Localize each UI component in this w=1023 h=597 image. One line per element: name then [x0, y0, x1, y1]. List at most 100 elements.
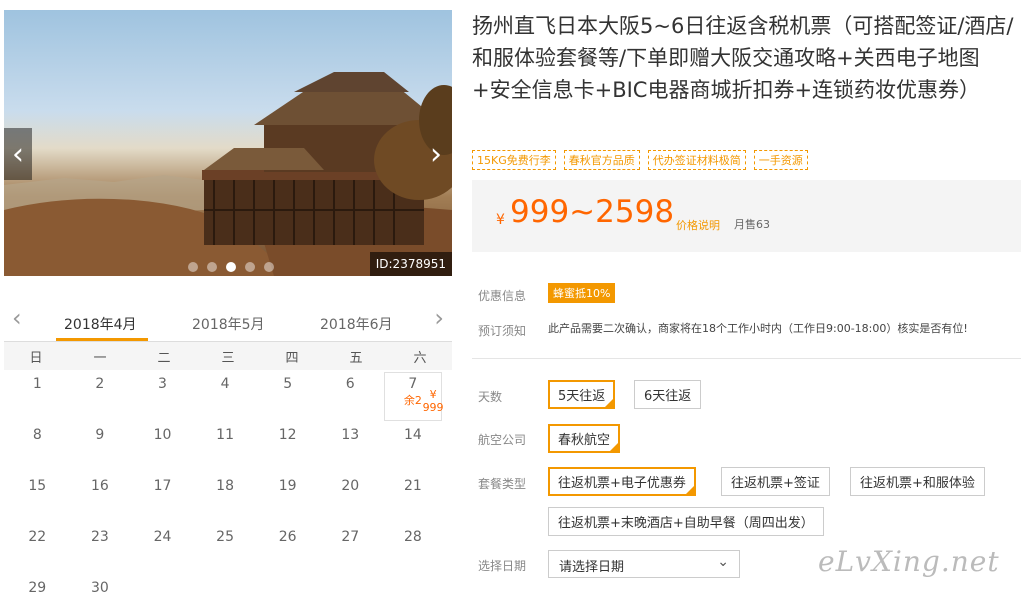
calendar-day-number: 20: [341, 478, 360, 494]
gallery-dot[interactable]: [207, 262, 217, 272]
gallery-dot[interactable]: [245, 262, 255, 272]
calendar-day: 26: [256, 523, 319, 574]
calendar-prev-month-button[interactable]: ‹: [12, 304, 22, 332]
gallery-dot-active[interactable]: [226, 262, 236, 272]
date-select[interactable]: 请选择日期 ⌄: [548, 550, 740, 578]
monthly-sales: 月售63: [734, 218, 770, 231]
calendar-day: 2: [69, 370, 132, 421]
calendar-day: 21: [382, 472, 445, 523]
calendar-day-number: 3: [158, 376, 167, 392]
date-select-value: 请选择日期: [559, 560, 625, 575]
calendar-day-grid: 1 2 3 4 5 6 7 ¥ 999 余2 8 9 10 11 12 13 14 15 16 17 18 19 20 21…: [4, 370, 452, 597]
active-month-indicator: [56, 338, 148, 341]
gallery-next-button[interactable]: ›: [422, 128, 450, 180]
calendar-day-number: 13: [341, 427, 360, 443]
gallery-prev-button[interactable]: ‹: [4, 128, 32, 180]
calendar-day: 30: [69, 574, 132, 597]
calendar-day: 22: [6, 523, 69, 574]
gallery-dot[interactable]: [188, 262, 198, 272]
promo-label: 优惠信息: [478, 289, 527, 303]
calendar-weekday-header: 日 一 二 三 四 五 六: [4, 342, 452, 370]
calendar-day-number: 1: [32, 376, 42, 392]
calendar-day: 18: [194, 472, 257, 523]
calendar-day: 19: [256, 472, 319, 523]
calendar-day-number: 24: [153, 529, 172, 545]
calendar-day-number: 10: [153, 427, 172, 443]
option-package-hotel[interactable]: 往返机票+末晚酒店+自助早餐（周四出发）: [548, 507, 824, 536]
option-package-kimono[interactable]: 往返机票+和服体验: [850, 467, 985, 496]
weekday-label: 二: [157, 350, 171, 366]
calendar-day: 9: [69, 421, 132, 472]
calendar-day: 14: [382, 421, 445, 472]
calendar-day-number: 2: [95, 376, 105, 392]
calendar-day-number: 11: [216, 427, 234, 443]
calendar-day-number: 6: [345, 376, 355, 392]
calendar-day: 29: [6, 574, 69, 597]
weekday-label: 三: [221, 350, 235, 366]
package-label: 套餐类型: [478, 477, 527, 491]
weekday-label: 一: [93, 350, 107, 366]
calendar-day-number: 22: [28, 529, 47, 545]
calendar-day: 27: [319, 523, 382, 574]
calendar-day-number: 26: [278, 529, 297, 545]
price-explanation-link[interactable]: 价格说明: [676, 217, 720, 233]
calendar-day-number: 16: [90, 478, 109, 494]
calendar-day-number: 27: [341, 529, 360, 545]
section-divider: [472, 358, 1021, 359]
calendar-month-tab-2[interactable]: 2018年5月: [192, 314, 265, 334]
feature-tags: 15KG免费行李 春秋官方品质 代办签证材料极简 一手资源: [472, 150, 808, 170]
calendar-day: 20: [319, 472, 382, 523]
option-days-5[interactable]: 5天往返: [548, 380, 616, 409]
calendar-day-number: 30: [90, 580, 109, 596]
calendar-day-number: 4: [220, 376, 230, 392]
calendar-day: 15: [6, 472, 69, 523]
calendar-day-number: 29: [28, 580, 47, 596]
calendar-month-tab-1[interactable]: 2018年4月: [64, 314, 137, 334]
option-package-visa[interactable]: 往返机票+签证: [721, 467, 830, 496]
calendar-month-tabs: ‹ 2018年4月 2018年5月 2018年6月 ›: [4, 300, 452, 342]
calendar-day-number: 5: [283, 376, 293, 392]
calendar-day-number: 21: [403, 478, 422, 494]
calendar-day: 6: [319, 370, 382, 421]
calendar-day-number: 7: [408, 376, 418, 392]
price-range: 999~2598: [510, 194, 675, 230]
calendar-month-tab-3[interactable]: 2018年6月: [320, 314, 393, 334]
calendar-day-number: 14: [403, 427, 422, 443]
date-label: 选择日期: [478, 559, 527, 573]
image-id-label: ID:2378951: [369, 252, 452, 276]
calendar-day: 13: [319, 421, 382, 472]
calendar-day-number: 12: [278, 427, 297, 443]
booking-notice-text: 此产品需要二次确认，商家将在18个工作小时内（工作日9:00-18:00）核实是…: [548, 322, 968, 335]
option-days-6[interactable]: 6天往返: [634, 380, 702, 409]
calendar-day-available[interactable]: 7 ¥ 999 余2: [383, 372, 444, 421]
gallery-dots: [188, 262, 274, 272]
chevron-left-icon: ‹: [12, 136, 24, 172]
gallery-dot[interactable]: [264, 262, 274, 272]
notice-label: 预订须知: [478, 324, 527, 338]
calendar-day-number: 18: [216, 478, 234, 494]
product-gallery[interactable]: ‹ › ID:2378951: [4, 10, 452, 276]
currency-symbol: ¥: [496, 212, 505, 228]
calendar-day-number: 15: [28, 478, 47, 494]
calendar-next-month-button[interactable]: ›: [434, 304, 444, 332]
calendar-day: 10: [131, 421, 194, 472]
calendar-day-number: 8: [32, 427, 42, 443]
calendar-day-number: 25: [216, 529, 234, 545]
feature-tag: 代办签证材料极简: [647, 150, 746, 170]
calendar-day: 16: [69, 472, 132, 523]
calendar-day: 12: [256, 421, 319, 472]
weekday-label: 四: [285, 350, 299, 366]
site-watermark: eLvXing.net: [818, 545, 1000, 578]
feature-tag: 15KG免费行李: [472, 150, 556, 170]
option-airline-spring[interactable]: 春秋航空: [548, 424, 621, 453]
calendar-day: 11: [194, 421, 257, 472]
weekday-label: 六: [413, 350, 427, 366]
product-title: 扬州直飞日本大阪5~6日往返含税机票（可搭配签证/酒店/和服体验套餐等/下单即赠…: [472, 14, 1014, 102]
option-package-coupon[interactable]: 往返机票+电子优惠券: [548, 467, 696, 496]
calendar-day: 24: [131, 523, 194, 574]
price-panel: ¥ 999~2598 价格说明 月售63: [472, 180, 1021, 252]
weekday-label: 五: [349, 350, 363, 366]
date-calendar: ‹ 2018年4月 2018年5月 2018年6月 › 日 一 二 三 四 五 …: [4, 300, 452, 597]
days-label: 天数: [478, 390, 503, 404]
calendar-day-number: 17: [153, 478, 172, 494]
